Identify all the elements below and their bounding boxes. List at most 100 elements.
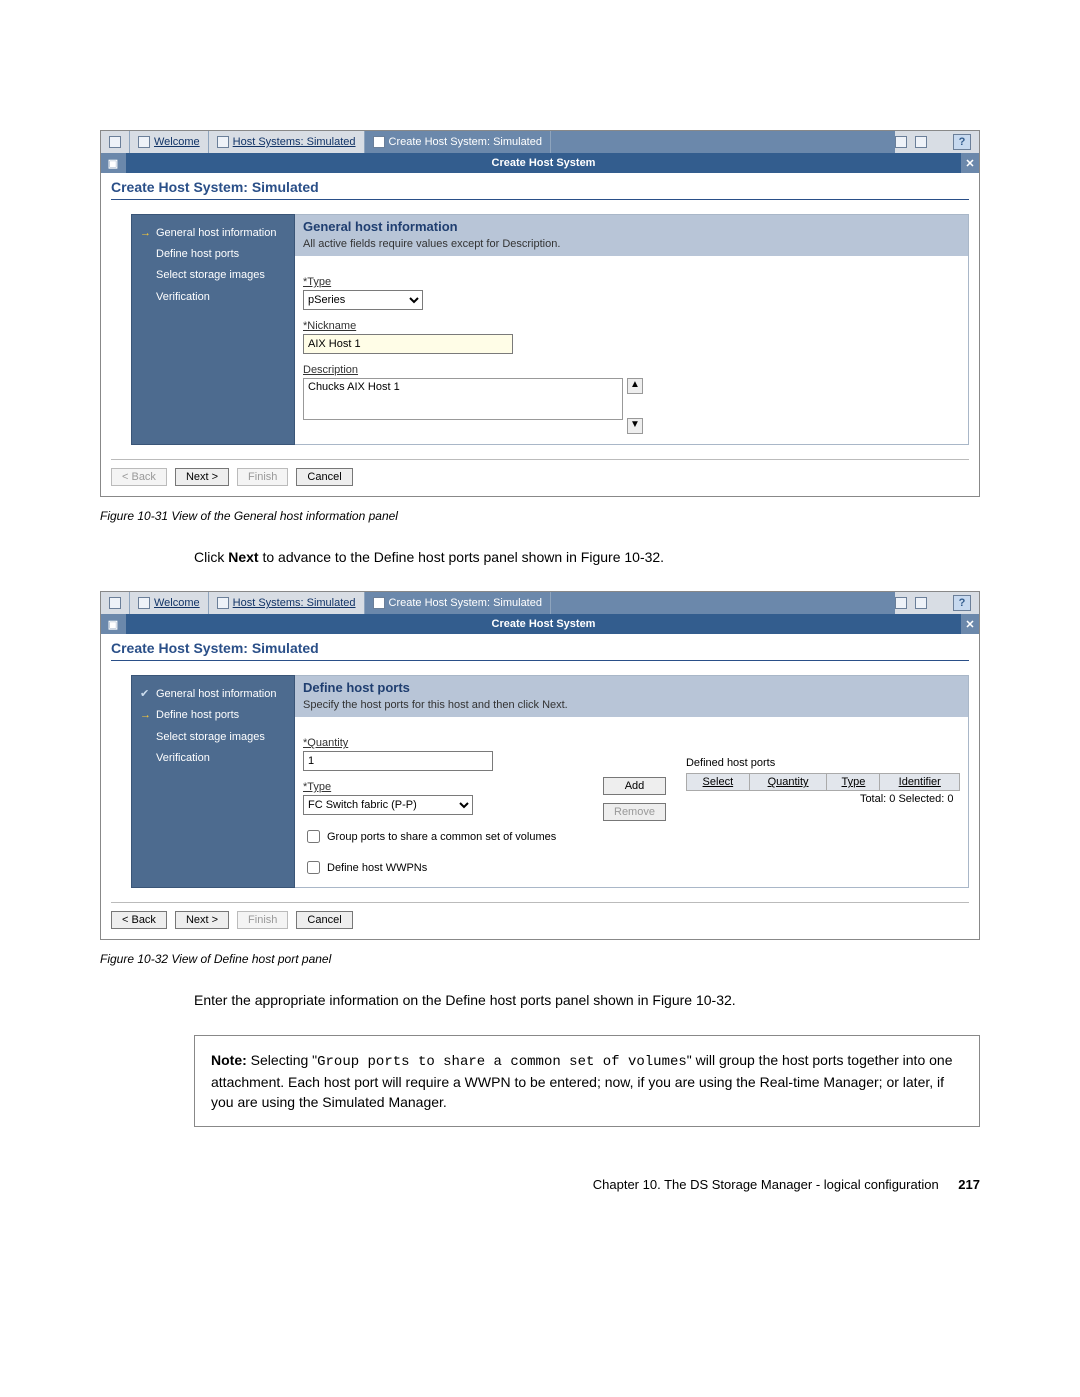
wizard-content: General host information All active fiel… — [295, 214, 969, 445]
nickname-label: *Nickname — [303, 320, 960, 332]
type-select[interactable]: pSeries — [303, 290, 423, 310]
tab-strip: Welcome Host Systems: Simulated Create H… — [101, 131, 979, 153]
remove-button: Remove — [603, 803, 666, 821]
figure-10-31: Welcome Host Systems: Simulated Create H… — [100, 130, 980, 497]
finish-button: Finish — [237, 911, 288, 929]
define-wwpns-checkbox[interactable] — [307, 861, 320, 874]
title-bar-label: Create Host System — [126, 157, 961, 169]
step-select-storage-images[interactable]: Select storage images — [138, 265, 288, 286]
window-icon-2[interactable] — [915, 597, 927, 609]
title-bar: ▣ Create Host System ✕ — [101, 153, 979, 173]
group-ports-checkbox[interactable] — [307, 830, 320, 843]
wizard-steps: ✔General host information →Define host p… — [131, 675, 295, 888]
back-button[interactable]: < Back — [111, 911, 167, 929]
step-define-host-ports[interactable]: Define host ports — [138, 244, 288, 265]
wizard-button-row: < Back Next > Finish Cancel — [111, 459, 969, 486]
figure-10-32: Welcome Host Systems: Simulated Create H… — [100, 591, 980, 940]
type-select[interactable]: FC Switch fabric (P-P) — [303, 795, 473, 815]
body-text-2: Enter the appropriate information on the… — [194, 990, 980, 1010]
tab-strip: Welcome Host Systems: Simulated Create H… — [101, 592, 979, 614]
section-subtext: Specify the host ports for this host and… — [295, 699, 968, 717]
tab-host-systems[interactable]: Host Systems: Simulated — [209, 592, 365, 614]
define-wwpns-label: Define host WWPNs — [327, 862, 427, 874]
step-verification[interactable]: Verification — [138, 748, 288, 769]
cancel-button[interactable]: Cancel — [296, 911, 352, 929]
description-label: Description — [303, 364, 960, 376]
type-label: *Type — [303, 781, 583, 793]
tab-host-systems-label[interactable]: Host Systems: Simulated — [233, 597, 356, 609]
col-type[interactable]: Type — [827, 774, 880, 791]
defined-ports-table: Select Quantity Type Identifier Total: 0… — [686, 773, 960, 807]
window-icon-2[interactable] — [915, 136, 927, 148]
description-textarea[interactable]: Chucks AIX Host 1 — [303, 378, 623, 420]
back-button: < Back — [111, 468, 167, 486]
tab-welcome-label[interactable]: Welcome — [154, 136, 200, 148]
title-bar-label: Create Host System — [126, 618, 961, 630]
tab-welcome-label[interactable]: Welcome — [154, 597, 200, 609]
page-footer: Chapter 10. The DS Storage Manager - log… — [100, 1177, 980, 1192]
quantity-input[interactable] — [303, 751, 493, 771]
window-icon-1[interactable] — [895, 136, 907, 148]
tab-host-systems-label[interactable]: Host Systems: Simulated — [233, 136, 356, 148]
step-general-host-info[interactable]: →General host information — [138, 223, 288, 244]
form-area: *Quantity *Type FC Switch fabric (P-P) G… — [295, 717, 968, 887]
page: Welcome Host Systems: Simulated Create H… — [0, 0, 1080, 1252]
footer-chapter: Chapter 10. The DS Storage Manager - log… — [593, 1177, 939, 1192]
col-identifier[interactable]: Identifier — [880, 774, 960, 791]
footer-page-number: 217 — [958, 1177, 980, 1192]
window-controls: ? — [895, 592, 979, 614]
type-label: *Type — [303, 276, 960, 288]
wizard-button-row: < Back Next > Finish Cancel — [111, 902, 969, 929]
title-bar: ▣ Create Host System ✕ — [101, 614, 979, 634]
note-box: Note: Selecting "Group ports to share a … — [194, 1035, 980, 1128]
close-icon[interactable]: ✕ — [961, 614, 979, 634]
expand-icon[interactable]: ▣ — [101, 614, 126, 634]
next-button[interactable]: Next > — [175, 911, 229, 929]
section-heading: Define host ports — [295, 676, 968, 699]
window-controls: ? — [895, 131, 979, 153]
panel-title: Create Host System: Simulated — [111, 179, 969, 200]
wizard-content: Define host ports Specify the host ports… — [295, 675, 969, 888]
scroll-down-icon[interactable]: ▼ — [627, 418, 643, 434]
table-totals: Total: 0 Selected: 0 — [686, 791, 959, 808]
form-area: *Type pSeries *Nickname Description Chuc… — [295, 256, 968, 444]
tab-welcome[interactable]: Welcome — [130, 131, 209, 153]
tab-create-host[interactable]: Create Host System: Simulated — [365, 592, 551, 614]
finish-button: Finish — [237, 468, 288, 486]
cancel-button[interactable]: Cancel — [296, 468, 352, 486]
step-select-storage-images[interactable]: Select storage images — [138, 727, 288, 748]
nickname-input[interactable] — [303, 334, 513, 354]
scroll-up-icon[interactable]: ▲ — [627, 378, 643, 394]
col-select[interactable]: Select — [686, 774, 749, 791]
step-verification[interactable]: Verification — [138, 287, 288, 308]
quantity-label: *Quantity — [303, 737, 583, 749]
window-icon-1[interactable] — [895, 597, 907, 609]
section-heading: General host information — [295, 215, 968, 238]
figure-caption-1: Figure 10-31 View of the General host in… — [100, 509, 980, 523]
body-text-1: Click Next to advance to the Define host… — [194, 547, 980, 567]
expand-icon[interactable]: ▣ — [101, 153, 126, 173]
tab-create-host-label: Create Host System: Simulated — [389, 597, 542, 609]
next-button[interactable]: Next > — [175, 468, 229, 486]
add-button[interactable]: Add — [603, 777, 666, 795]
panel-body: Create Host System: Simulated →General h… — [101, 173, 979, 496]
tab-host-systems[interactable]: Host Systems: Simulated — [209, 131, 365, 153]
help-icon[interactable]: ? — [953, 595, 971, 611]
panel-body: Create Host System: Simulated ✔General h… — [101, 634, 979, 939]
tab-create-host[interactable]: Create Host System: Simulated — [365, 131, 551, 153]
defined-ports-header: Defined host ports — [686, 757, 960, 769]
close-icon[interactable]: ✕ — [961, 153, 979, 173]
tab-create-host-label: Create Host System: Simulated — [389, 136, 542, 148]
section-subtext: All active fields require values except … — [295, 238, 968, 256]
figure-caption-2: Figure 10-32 View of Define host port pa… — [100, 952, 980, 966]
col-quantity[interactable]: Quantity — [749, 774, 827, 791]
app-menu-icon[interactable] — [101, 131, 130, 153]
group-ports-label: Group ports to share a common set of vol… — [327, 831, 556, 843]
step-general-host-info[interactable]: ✔General host information — [138, 684, 288, 705]
wizard-steps: →General host information Define host po… — [131, 214, 295, 445]
step-define-host-ports[interactable]: →Define host ports — [138, 705, 288, 726]
define-wwpns-row: Define host WWPNs — [303, 858, 583, 877]
tab-welcome[interactable]: Welcome — [130, 592, 209, 614]
help-icon[interactable]: ? — [953, 134, 971, 150]
app-menu-icon[interactable] — [101, 592, 130, 614]
